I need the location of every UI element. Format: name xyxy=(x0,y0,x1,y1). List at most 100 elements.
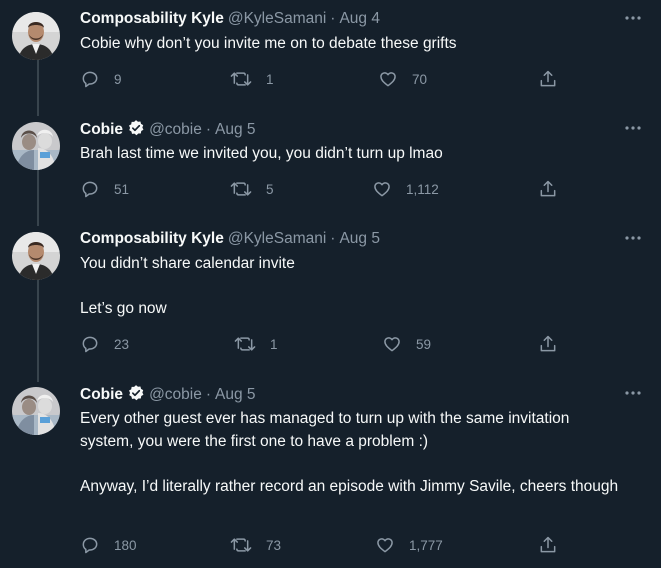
display-name[interactable]: Cobie xyxy=(80,386,123,403)
more-icon[interactable] xyxy=(623,230,643,246)
reply-icon xyxy=(82,181,98,198)
avatar-kyle-image xyxy=(12,12,60,60)
like-count: 59 xyxy=(416,336,432,352)
like-count: 1,112 xyxy=(406,181,439,197)
like-icon xyxy=(377,538,393,553)
retweet-count: 1 xyxy=(270,336,278,352)
tweet-date[interactable]: Aug 4 xyxy=(339,10,380,27)
tweet-header: Composability Kyle @KyleSamani · Aug 4 xyxy=(80,9,380,29)
tweet-paragraph: Every other guest ever has managed to tu… xyxy=(80,410,570,450)
thread-line xyxy=(37,218,39,226)
retweet-button[interactable]: 73 xyxy=(230,534,281,556)
more-icon[interactable] xyxy=(623,10,643,26)
avatar-cobie-image xyxy=(12,122,60,170)
separator-dot: · xyxy=(330,230,336,247)
tweet-date[interactable]: Aug 5 xyxy=(215,386,256,403)
tweet-header: Cobie @cobie · Aug 5 xyxy=(80,119,256,139)
share-button[interactable] xyxy=(538,178,558,200)
tweet[interactable]: Composability Kyle @KyleSamani · Aug 4 Cobi… xyxy=(0,8,661,116)
avatar[interactable] xyxy=(12,12,60,60)
retweet-icon xyxy=(230,182,252,196)
reply-count: 180 xyxy=(114,537,137,553)
retweet-icon xyxy=(230,538,252,552)
reply-button[interactable]: 23 xyxy=(80,333,129,355)
avatar[interactable] xyxy=(12,387,60,435)
separator-dot: · xyxy=(330,10,336,27)
retweet-count: 5 xyxy=(266,181,274,197)
retweet-count: 73 xyxy=(266,537,282,553)
share-icon xyxy=(540,180,556,197)
reply-button[interactable]: 9 xyxy=(80,68,122,90)
conversation-thread: Composability Kyle @KyleSamani · Aug 4 Cobi… xyxy=(0,0,661,568)
user-handle[interactable]: @KyleSamani xyxy=(228,230,326,247)
like-button[interactable]: 70 xyxy=(378,68,427,90)
avatar[interactable] xyxy=(12,122,60,170)
tweet[interactable]: Cobie @cobie · Aug 5 Brah last time we invi… xyxy=(0,108,661,226)
like-icon xyxy=(384,337,400,352)
like-count: 70 xyxy=(412,71,428,87)
thread-line xyxy=(37,280,39,382)
display-name[interactable]: Composability Kyle xyxy=(80,10,224,27)
reply-count: 23 xyxy=(114,336,130,352)
verified-badge-icon xyxy=(127,119,145,143)
user-handle[interactable]: @cobie xyxy=(149,121,202,138)
avatar-kyle-image xyxy=(12,232,60,280)
retweet-count: 1 xyxy=(266,71,274,87)
share-icon xyxy=(540,536,556,553)
reply-count: 9 xyxy=(114,71,122,87)
share-icon xyxy=(540,70,556,87)
tweet-text: Cobie why don’t you invite me on to deba… xyxy=(80,33,640,56)
tweet-actions: 9 1 70 xyxy=(80,68,560,90)
like-button[interactable]: 1,112 xyxy=(372,178,439,200)
thread-line xyxy=(37,108,39,116)
user-handle[interactable]: @KyleSamani xyxy=(228,10,326,27)
share-button[interactable] xyxy=(538,68,558,90)
tweet-paragraph: You didn’t share calendar invite xyxy=(80,255,295,272)
tweet-paragraph: Brah last time we invited you, you didn’… xyxy=(80,145,443,162)
like-button[interactable]: 59 xyxy=(382,333,431,355)
thread-line xyxy=(37,374,39,381)
more-icon[interactable] xyxy=(623,385,643,401)
share-button[interactable] xyxy=(538,333,558,355)
more-icon[interactable] xyxy=(623,120,643,136)
tweet-paragraph: Let’s go now xyxy=(80,300,167,317)
tweet-actions: 180 73 1,777 xyxy=(80,534,560,556)
display-name[interactable]: Cobie xyxy=(80,121,123,138)
separator-dot: · xyxy=(205,386,212,403)
tweet-date[interactable]: Aug 5 xyxy=(215,121,256,138)
retweet-icon xyxy=(230,72,252,86)
retweet-button[interactable]: 1 xyxy=(230,68,274,90)
like-icon xyxy=(380,72,396,87)
tweet[interactable]: Composability Kyle @KyleSamani · Aug 5 You … xyxy=(0,218,661,382)
retweet-button[interactable]: 5 xyxy=(230,178,274,200)
avatar-cobie-image xyxy=(12,387,60,435)
reply-button[interactable]: 51 xyxy=(80,178,129,200)
tweet-actions: 23 1 59 xyxy=(80,333,560,355)
tweet[interactable]: Cobie @cobie · Aug 5 Every other guest ever… xyxy=(0,374,661,563)
verified-badge-icon xyxy=(127,384,145,408)
tweet-actions: 51 5 1,112 xyxy=(80,178,560,200)
share-icon xyxy=(540,335,556,352)
tweet-text: Every other guest ever has managed to tu… xyxy=(80,408,625,498)
tweet-text: Brah last time we invited you, you didn’… xyxy=(80,143,640,166)
reply-icon xyxy=(82,71,98,88)
tweet-text: You didn’t share calendar invite Let’s g… xyxy=(80,253,640,321)
reply-icon xyxy=(82,537,98,554)
retweet-button[interactable]: 1 xyxy=(234,333,278,355)
tweet-paragraph: Cobie why don’t you invite me on to deba… xyxy=(80,35,457,52)
like-button[interactable]: 1,777 xyxy=(375,534,443,556)
like-count: 1,777 xyxy=(409,537,443,553)
retweet-icon xyxy=(234,337,256,351)
tweet-date[interactable]: Aug 5 xyxy=(339,230,380,247)
reply-icon xyxy=(82,336,98,353)
separator-dot: · xyxy=(205,121,212,138)
tweet-header: Cobie @cobie · Aug 5 xyxy=(80,384,256,404)
share-button[interactable] xyxy=(538,534,558,556)
tweet-header: Composability Kyle @KyleSamani · Aug 5 xyxy=(80,229,380,249)
reply-count: 51 xyxy=(114,181,130,197)
avatar[interactable] xyxy=(12,232,60,280)
reply-button[interactable]: 180 xyxy=(80,534,137,556)
user-handle[interactable]: @cobie xyxy=(149,386,202,403)
tweet-paragraph: Anyway, I’d literally rather record an e… xyxy=(80,477,619,495)
display-name[interactable]: Composability Kyle xyxy=(80,230,224,247)
